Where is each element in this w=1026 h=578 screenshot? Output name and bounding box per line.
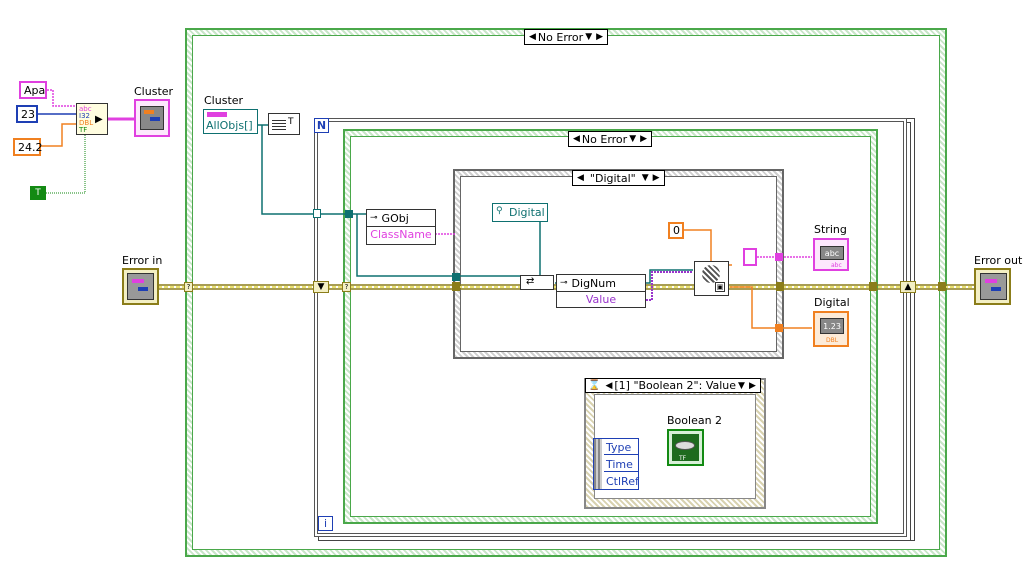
string-indicator[interactable]: abc abc <box>813 238 849 271</box>
ref-wire <box>257 124 693 284</box>
property-key-icon: ⊸ <box>560 278 568 288</box>
tunnel <box>452 282 460 291</box>
error-in-label: Error in <box>122 254 163 267</box>
tunnel <box>776 282 784 291</box>
digital-indicator-label: Digital <box>814 296 850 309</box>
dbl-constant-zero[interactable]: 0 <box>668 222 684 239</box>
cluster-ref-label: Cluster <box>204 94 244 107</box>
variant-to-data-node[interactable]: ▣ <box>694 261 729 296</box>
bundle-arrow-icon: ▶ <box>95 114 103 125</box>
array-index-icon[interactable]: T <box>268 113 300 135</box>
boolean2-terminal[interactable]: TF <box>667 429 704 466</box>
class-icon: ⚲ <box>496 206 503 216</box>
int-constant-23[interactable]: 23 <box>16 105 38 123</box>
bundle-type-bool: TF <box>79 126 88 134</box>
shift-register-right: ▲ <box>900 281 916 293</box>
cluster-indicator[interactable] <box>134 99 170 137</box>
shift-register-left: ▼ <box>313 281 329 293</box>
autoindex-tunnel <box>313 209 321 218</box>
digital-indicator[interactable]: 1.23 DBL <box>813 311 849 347</box>
class-cast-icon: ⇄ <box>526 276 535 287</box>
bool-wire <box>46 132 86 194</box>
error-in-control[interactable] <box>122 268 159 305</box>
dignum-property-node[interactable]: ⊸ DigNum Value <box>556 274 646 308</box>
bool-constant-true[interactable]: T <box>30 186 46 200</box>
tunnel <box>775 253 783 261</box>
tunnel <box>869 282 877 291</box>
dbl-constant-24-2[interactable]: 24.2 <box>13 138 43 156</box>
tunnel <box>345 210 353 218</box>
error-out-indicator[interactable] <box>974 268 1011 305</box>
gobj-property-node[interactable]: ⊸ GObj ClassName <box>366 209 436 245</box>
string-constant-empty[interactable] <box>743 248 757 266</box>
tunnel <box>938 282 946 291</box>
to-more-specific-class-node[interactable]: ⇄ <box>520 275 554 290</box>
bundle-node[interactable]: abc I32 DBL TF ▶ <box>76 103 108 135</box>
inner-case-selector-terminal: ? <box>342 282 351 292</box>
allobjs-property-node[interactable]: AllObjs[] <box>203 109 258 134</box>
cluster-indicator-label: Cluster <box>134 85 174 98</box>
property-key-icon: ⊸ <box>370 213 378 223</box>
value-property[interactable]: Value <box>557 292 645 307</box>
outer-case-selector-terminal: ? <box>184 282 193 292</box>
tunnel <box>452 273 460 281</box>
boolean-led-icon <box>675 441 695 450</box>
string-constant-apa[interactable]: Apa <box>19 81 47 99</box>
string-indicator-label: String <box>814 223 847 236</box>
digital-class-constant[interactable]: ⚲ Digital <box>492 203 548 222</box>
boolean2-label: Boolean 2 <box>667 414 723 427</box>
classname-property[interactable]: ClassName <box>367 227 435 242</box>
variant-icon <box>702 265 720 283</box>
error-out-label: Error out <box>974 254 1023 267</box>
tunnel <box>775 324 783 332</box>
